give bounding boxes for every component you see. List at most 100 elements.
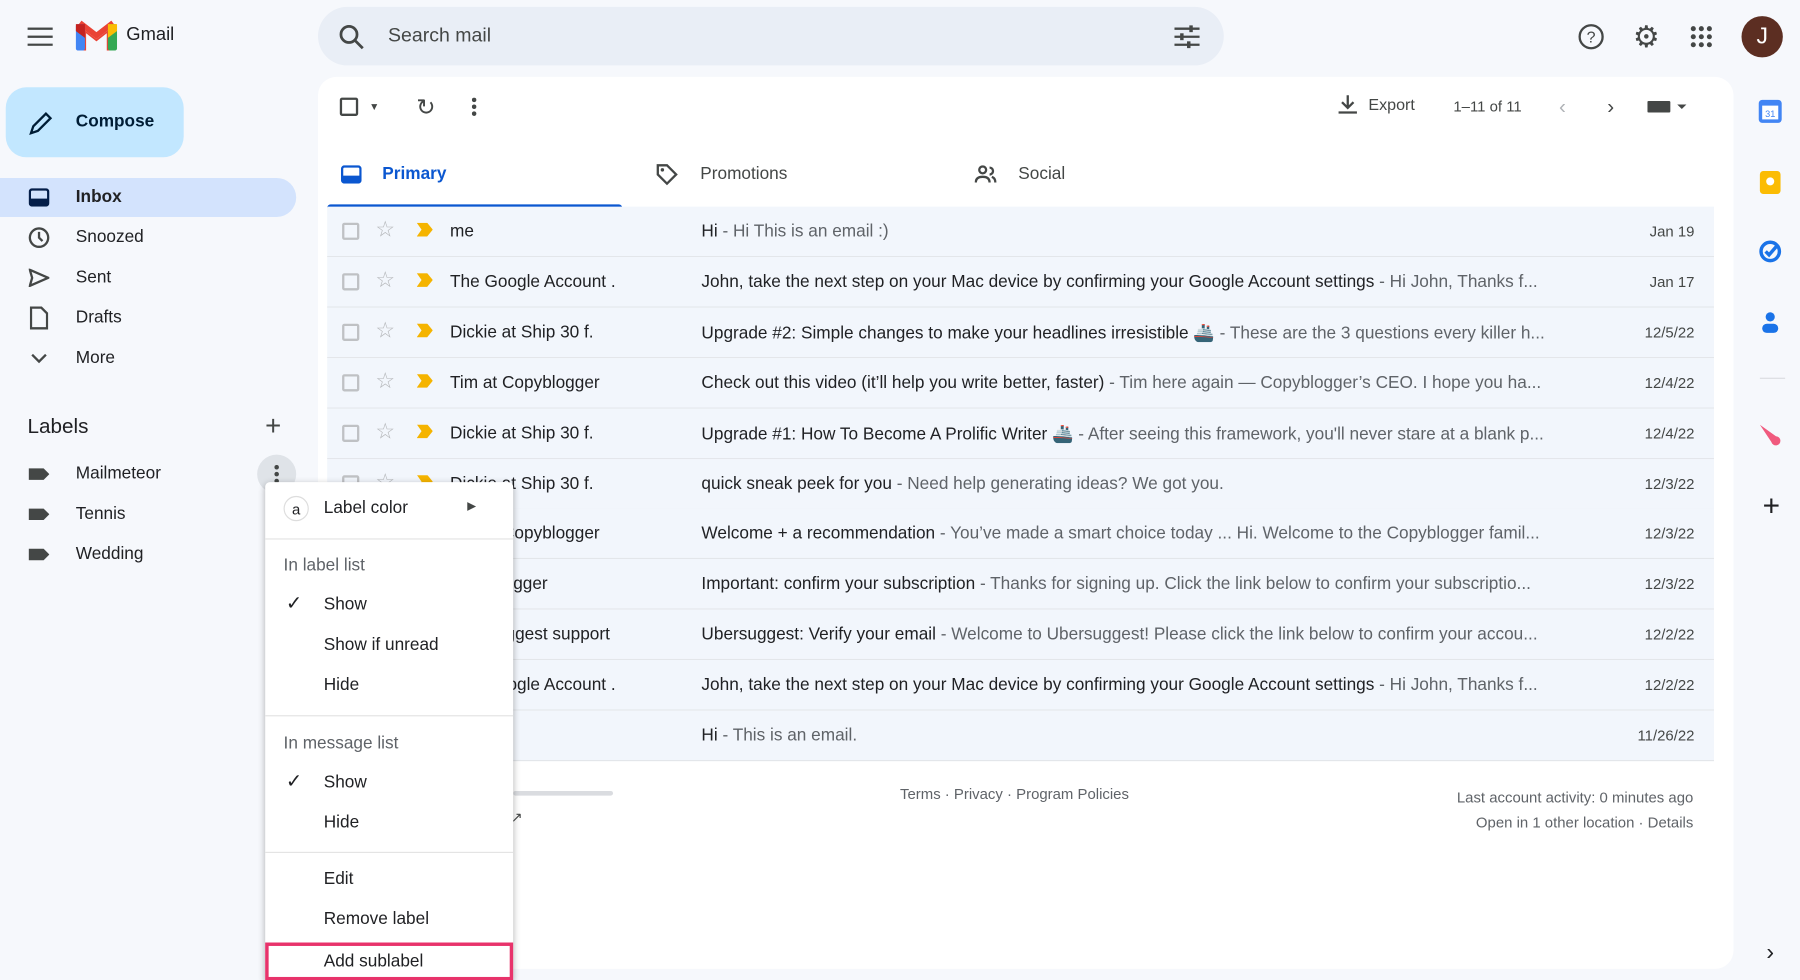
row-checkbox[interactable]: [342, 273, 360, 291]
last-activity-text: Last account activity: 0 minutes ago: [1456, 788, 1694, 806]
label-tag-icon: [28, 545, 51, 563]
apps-grid-icon[interactable]: [1688, 23, 1716, 51]
tab-primary[interactable]: Primary: [327, 157, 623, 208]
email-date: 12/5/22: [1644, 323, 1695, 341]
help-icon[interactable]: ?: [1576, 22, 1606, 52]
tab-label: Social: [1018, 164, 1066, 184]
more-vertical-icon[interactable]: [463, 93, 486, 121]
search-options-icon[interactable]: [1173, 23, 1201, 51]
gmail-logo[interactable]: Gmail: [75, 20, 175, 51]
details-link[interactable]: Details: [1648, 814, 1694, 831]
menu-item-message-list-show[interactable]: ✓ Show: [265, 763, 513, 803]
tag-icon: [654, 162, 679, 187]
sidebar-item-label: Snoozed: [75, 227, 144, 247]
label-item-mailmeteor[interactable]: Mailmeteor: [0, 454, 297, 494]
check-icon: ✓: [285, 592, 303, 615]
app-name: Gmail: [126, 24, 175, 45]
send-icon: [28, 266, 51, 289]
main-menu-icon[interactable]: [23, 21, 57, 53]
email-sender: Dickie at Ship 30 f.: [450, 322, 594, 342]
email-row[interactable]: ☆ Dickie at Ship 30 f. quick sneak peek …: [327, 458, 1714, 510]
row-checkbox[interactable]: [342, 373, 360, 392]
row-checkbox[interactable]: [342, 323, 360, 341]
email-sender: me: [450, 221, 474, 242]
email-row[interactable]: ☆ Tim at Copyblogger Welcome + a recomme…: [327, 509, 1714, 560]
important-marker-icon[interactable]: [416, 323, 433, 338]
prev-page-icon[interactable]: ‹: [1551, 94, 1574, 119]
important-marker-icon[interactable]: [416, 424, 433, 439]
search-icon[interactable]: [336, 22, 366, 52]
refresh-icon[interactable]: ↻: [412, 93, 440, 121]
input-tools-keyboard-icon[interactable]: [1645, 98, 1691, 116]
search-input[interactable]: Search mail: [388, 24, 491, 47]
email-row[interactable]: ☆ Tim at Copyblogger Check out this vide…: [327, 357, 1714, 409]
email-row[interactable]: ☆ The Google Account . John, take the ne…: [327, 257, 1714, 308]
calendar-icon[interactable]: 31: [1758, 99, 1786, 127]
sidebar-item-snoozed[interactable]: Snoozed: [0, 218, 296, 257]
sidebar-item-inbox[interactable]: Inbox: [0, 177, 297, 217]
sidebar-item-sent[interactable]: Sent: [0, 258, 296, 297]
tab-social[interactable]: Social: [963, 157, 1258, 208]
menu-item-message-list-hide[interactable]: Hide: [265, 804, 513, 844]
account-avatar[interactable]: J: [1741, 16, 1783, 58]
select-all-checkbox[interactable]: [339, 97, 359, 116]
email-snippet: - These are the 3 questions every killer…: [1214, 323, 1545, 344]
email-subject: John, take the next step on your Mac dev…: [701, 271, 1375, 292]
email-row[interactable]: ☆ Dickie at Ship 30 f. Upgrade #2: Simpl…: [327, 307, 1714, 358]
next-page-icon[interactable]: ›: [1599, 94, 1622, 119]
important-marker-icon[interactable]: [416, 373, 433, 388]
terms-link[interactable]: Terms: [900, 785, 941, 802]
label-item-tennis[interactable]: Tennis: [0, 495, 296, 534]
privacy-link[interactable]: Privacy: [954, 785, 1003, 802]
mailmeteor-addon-icon[interactable]: [1758, 422, 1786, 450]
menu-item-label-color[interactable]: a Label color ▶: [265, 489, 513, 529]
contacts-icon[interactable]: [1758, 310, 1786, 338]
label-item-wedding[interactable]: Wedding: [0, 535, 296, 574]
email-row[interactable]: ☆ The Google Account . John, take the ne…: [327, 660, 1714, 711]
menu-item-add-sublabel[interactable]: Add sublabel: [265, 942, 514, 980]
email-preview: quick sneak peek for you - Need help gen…: [701, 474, 1578, 494]
menu-section-heading: In label list: [283, 555, 365, 576]
select-dropdown-icon[interactable]: ▼: [367, 100, 381, 114]
row-checkbox[interactable]: [342, 222, 360, 240]
export-button[interactable]: Export: [1336, 93, 1415, 116]
sidebar-item-more[interactable]: More: [0, 339, 296, 378]
important-marker-icon[interactable]: [416, 273, 433, 287]
star-icon[interactable]: ☆: [375, 318, 395, 344]
label-name: Wedding: [75, 544, 144, 564]
email-preview: Hi - Hi This is an email :): [701, 222, 1578, 242]
row-checkbox[interactable]: [342, 424, 360, 442]
email-subject: Check out this video (it’ll help you wri…: [701, 372, 1105, 393]
program-policies-link[interactable]: Program Policies: [1016, 785, 1129, 802]
pagination-text: 1–11 of 11: [1453, 97, 1522, 115]
star-icon[interactable]: ☆: [375, 419, 395, 445]
star-icon[interactable]: ☆: [375, 267, 395, 293]
tasks-icon[interactable]: [1758, 239, 1786, 267]
search-bar[interactable]: Search mail: [317, 6, 1224, 66]
keep-icon[interactable]: [1758, 170, 1786, 198]
add-label-icon[interactable]: +: [259, 411, 287, 442]
email-subject: John, take the next step on your Mac dev…: [701, 675, 1375, 695]
menu-item-edit[interactable]: Edit: [265, 860, 513, 900]
star-icon[interactable]: ☆: [375, 368, 395, 394]
email-row[interactable]: ☆ Ubersuggest support Ubersuggest: Verif…: [327, 609, 1714, 661]
important-marker-icon[interactable]: [416, 222, 433, 237]
menu-item-label: Remove label: [323, 909, 430, 929]
email-row[interactable]: ☆ Dickie at Ship 30 f. Upgrade #1: How T…: [327, 408, 1714, 459]
menu-item-show-if-unread[interactable]: Show if unread: [265, 626, 513, 666]
email-row[interactable]: ☆ Hi - This is an email. 11/26/22: [327, 710, 1714, 762]
menu-item-label-list-hide[interactable]: Hide: [265, 666, 513, 706]
email-row[interactable]: ☆ me Hi - Hi This is an email :) Jan 19: [327, 206, 1714, 258]
menu-item-remove-label[interactable]: Remove label: [265, 900, 513, 940]
show-side-panel-icon[interactable]: ›: [1759, 940, 1782, 965]
email-row[interactable]: ☆ Copyblogger Important: confirm your su…: [327, 559, 1714, 610]
tab-promotions[interactable]: Promotions: [645, 157, 940, 208]
people-icon: [974, 162, 999, 187]
settings-gear-icon[interactable]: ⚙: [1631, 19, 1661, 53]
compose-button[interactable]: Compose: [5, 87, 184, 158]
star-icon[interactable]: ☆: [375, 217, 395, 243]
get-addons-plus-icon[interactable]: +: [1758, 487, 1786, 521]
sidebar-item-drafts[interactable]: Drafts: [0, 298, 296, 337]
email-subject: Hi: [701, 221, 718, 242]
menu-item-label-list-show[interactable]: ✓ Show: [265, 585, 513, 625]
